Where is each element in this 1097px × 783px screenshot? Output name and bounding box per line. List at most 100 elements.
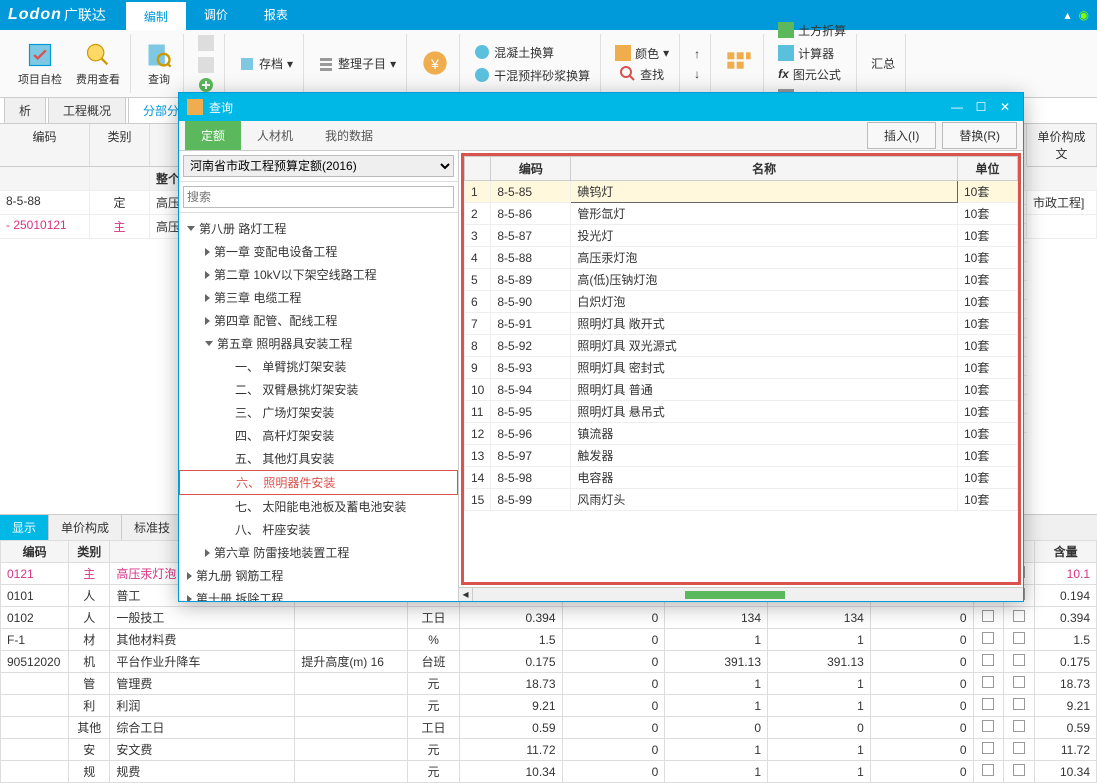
tree-item[interactable]: 四、 高杆灯架安装 <box>179 424 458 447</box>
tree-item[interactable]: 第五章 照明器具安装工程 <box>179 332 458 355</box>
bottom-row[interactable]: F-1材 其他材料费% 1.501 10 1.5 <box>1 629 1097 651</box>
color-button[interactable]: 颜色 ▾ <box>611 43 673 64</box>
tree-item[interactable]: 三、 广场灯架安装 <box>179 401 458 424</box>
bottom-row[interactable]: 利 利润元 9.2101 10 9.21 <box>1 695 1097 717</box>
bottom-row[interactable]: 规 规费元 10.3401 10 10.34 <box>1 761 1097 783</box>
quota-row[interactable]: 18-5-85碘钨灯10套 <box>465 181 1018 203</box>
quota-row[interactable]: 38-5-87投光灯10套 <box>465 225 1018 247</box>
bottom-row[interactable]: 管 管理费元 18.7301 10 18.73 <box>1 673 1097 695</box>
apps-button[interactable] <box>721 48 757 80</box>
quota-row[interactable]: 78-5-91照明灯具 敞开式10套 <box>465 313 1018 335</box>
dlg-tab-material[interactable]: 人材机 <box>241 121 309 150</box>
dialog-titlebar[interactable]: 查询 — ☐ ✕ <box>179 93 1023 121</box>
quota-row[interactable]: 158-5-99风雨灯头10套 <box>465 489 1018 511</box>
query-button[interactable]: 查询 <box>141 39 177 89</box>
quota-row[interactable]: 148-5-98电容器10套 <box>465 467 1018 489</box>
quota-row[interactable]: 138-5-97触发器10套 <box>465 445 1018 467</box>
mortar-convert-button[interactable]: 干混预拌砂浆换算 <box>470 65 594 86</box>
find-button[interactable]: 查找 <box>616 64 668 85</box>
tree-item[interactable]: 第九册 钢筋工程 <box>179 564 458 587</box>
checkbox[interactable] <box>1013 720 1025 732</box>
dlg-tab-mydata[interactable]: 我的数据 <box>309 121 389 150</box>
checkbox[interactable] <box>1013 676 1025 688</box>
checkbox[interactable] <box>1013 742 1025 754</box>
tree-item[interactable]: 第四章 配管、配线工程 <box>179 309 458 332</box>
checkbox[interactable] <box>1013 632 1025 644</box>
caret-right-icon <box>187 572 192 580</box>
quota-row[interactable]: 118-5-95照明灯具 悬吊式10套 <box>465 401 1018 423</box>
tree-item[interactable]: 二、 双臂悬挑灯架安装 <box>179 378 458 401</box>
maximize-button[interactable]: ☐ <box>971 98 991 116</box>
tree-item[interactable]: 六、 照明器件安装 <box>179 470 458 495</box>
insert-button[interactable]: 插入(I) <box>867 122 936 149</box>
tree-item[interactable]: 第二章 10kV以下架空线路工程 <box>179 263 458 286</box>
archive-button[interactable]: 存档 ▾ <box>235 53 297 74</box>
tree-item[interactable]: 第六章 防雷接地装置工程 <box>179 541 458 564</box>
bottom-tab-display[interactable]: 显示 <box>0 515 49 540</box>
cost-view-button[interactable]: 费用查看 <box>72 39 124 89</box>
checkbox[interactable] <box>982 654 994 666</box>
quota-row[interactable]: 28-5-86管形氙灯10套 <box>465 203 1018 225</box>
bottom-row[interactable]: 90512020机 平台作业升降车提升高度(m) 16台班 0.1750391.… <box>1 651 1097 673</box>
checkbox[interactable] <box>1013 610 1025 622</box>
checkbox[interactable] <box>982 742 994 754</box>
currency-button[interactable]: ¥ <box>417 47 453 81</box>
chevron-up-icon[interactable]: ▴ <box>1064 8 1070 22</box>
brand-sub: 广联达 <box>64 5 106 25</box>
top-tab-adjust[interactable]: 调价 <box>186 0 246 31</box>
sec-tab-1[interactable]: 工程概况 <box>48 97 126 123</box>
quota-row[interactable]: 68-5-90白炽灯泡10套 <box>465 291 1018 313</box>
arrow-down-button[interactable]: ↓ <box>690 65 704 83</box>
bottom-row[interactable]: 安 安文费元 11.7201 10 11.72 <box>1 739 1097 761</box>
checkbox[interactable] <box>1013 698 1025 710</box>
help-icon[interactable]: ◉ <box>1079 8 1089 22</box>
tree-item[interactable]: 七、 太阳能电池板及蓄电池安装 <box>179 495 458 518</box>
checkbox[interactable] <box>1013 764 1025 776</box>
quota-row[interactable]: 48-5-88高压汞灯泡10套 <box>465 247 1018 269</box>
dialog-icon <box>187 99 203 115</box>
checkbox[interactable] <box>982 698 994 710</box>
quota-row[interactable]: 88-5-92照明灯具 双光源式10套 <box>465 335 1018 357</box>
earth-calc-button[interactable]: 土方折算 <box>774 20 850 41</box>
dlg-tab-quota[interactable]: 定额 <box>185 121 241 150</box>
self-check-button[interactable]: 项目自检 <box>14 39 66 89</box>
tree-item[interactable]: 八、 杆座安装 <box>179 518 458 541</box>
quota-row[interactable]: 58-5-89高(低)压钠灯泡10套 <box>465 269 1018 291</box>
checkbox[interactable] <box>982 720 994 732</box>
search-input[interactable] <box>183 186 454 208</box>
checkbox[interactable] <box>1013 654 1025 666</box>
minimize-button[interactable]: — <box>947 98 967 116</box>
h-scrollbar[interactable]: ◂ <box>459 587 1023 601</box>
tree-item[interactable]: 五、 其他灯具安装 <box>179 447 458 470</box>
grid-btn-1[interactable] <box>194 33 218 53</box>
close-button[interactable]: ✕ <box>995 98 1015 116</box>
formula-button[interactable]: fx 图元公式 <box>774 64 850 85</box>
organize-button[interactable]: 整理子目 ▾ <box>314 53 400 74</box>
checkbox[interactable] <box>982 676 994 688</box>
bottom-tab-price[interactable]: 单价构成 <box>49 515 122 540</box>
grid-btn-2[interactable] <box>194 55 218 75</box>
tree-item[interactable]: 一、 单臂挑灯架安装 <box>179 355 458 378</box>
arrow-up-button[interactable]: ↑ <box>690 45 704 63</box>
summary-button[interactable]: 汇总 <box>867 53 899 74</box>
quota-row[interactable]: 98-5-93照明灯具 密封式10套 <box>465 357 1018 379</box>
checkbox[interactable] <box>982 610 994 622</box>
tree-item[interactable]: 第十册 拆除工程 <box>179 587 458 601</box>
top-tab-compile[interactable]: 编制 <box>126 0 186 31</box>
quota-row[interactable]: 128-5-96镇流器10套 <box>465 423 1018 445</box>
bottom-row[interactable]: 其他 综合工日工日 0.5900 00 0.59 <box>1 717 1097 739</box>
quota-row[interactable]: 108-5-94照明灯具 普通10套 <box>465 379 1018 401</box>
source-select[interactable]: 河南省市政工程预算定额(2016) <box>183 155 454 177</box>
top-tab-report[interactable]: 报表 <box>246 0 306 31</box>
sec-tab-0[interactable]: 析 <box>4 97 46 123</box>
checkbox[interactable] <box>982 764 994 776</box>
tree-item[interactable]: 第一章 变配电设备工程 <box>179 240 458 263</box>
bottom-tab-std[interactable]: 标准技 <box>122 515 183 540</box>
checkbox[interactable] <box>982 632 994 644</box>
tree-item[interactable]: 第八册 路灯工程 <box>179 217 458 240</box>
calculator-button[interactable]: 计算器 <box>774 43 850 64</box>
tree-item[interactable]: 第三章 电缆工程 <box>179 286 458 309</box>
replace-button[interactable]: 替换(R) <box>942 122 1017 149</box>
concrete-convert-button[interactable]: 混凝土换算 <box>470 42 594 63</box>
bottom-row[interactable]: 0102人 一般技工工日 0.3940134 1340 0.394 <box>1 607 1097 629</box>
